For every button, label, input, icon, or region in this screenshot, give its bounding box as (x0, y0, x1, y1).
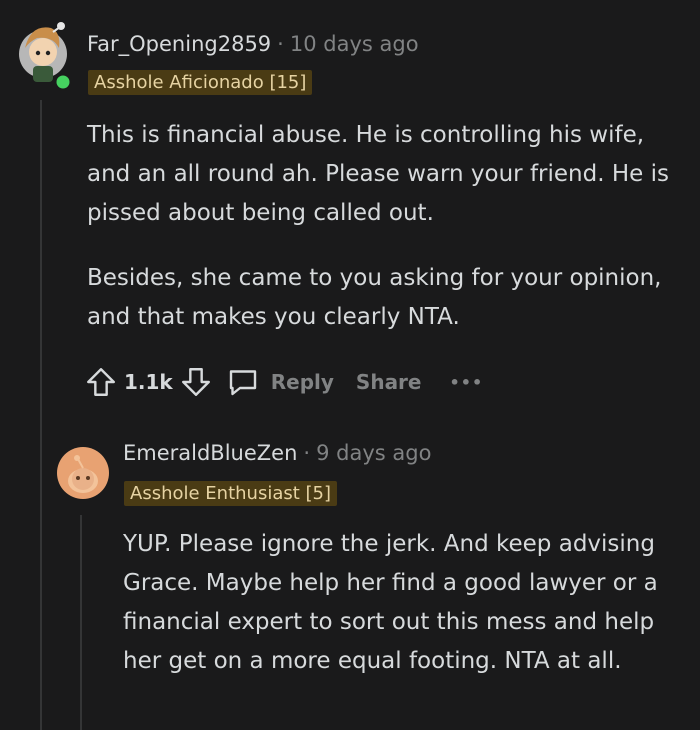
user-flair: Asshole Enthusiast [5] (124, 481, 338, 506)
snoo-avatar-icon (19, 22, 72, 91)
vote-score: 1.1k (124, 370, 173, 394)
separator-dot: · (303, 441, 311, 465)
separator-dot: · (277, 32, 284, 56)
comment-meta: Far_Opening2859 · 10 days ago (87, 32, 419, 56)
username[interactable]: EmeraldBlueZen (123, 441, 297, 465)
snoo-avatar-icon (68, 455, 98, 493)
online-indicator (56, 75, 70, 89)
comment-paragraph: YUP. Please ignore the jerk. And keep ad… (123, 531, 658, 674)
comment-paragraph: Besides, she came to you asking for your… (87, 265, 662, 330)
user-flair: Asshole Aficionado [15] (88, 70, 313, 95)
comment-actions: 1.1k Reply Share ••• (84, 362, 483, 402)
thread-line-nested[interactable] (80, 515, 82, 730)
share-button[interactable]: Share (356, 370, 422, 394)
comment-meta: EmeraldBlueZen · 9 days ago (123, 441, 431, 465)
comment-paragraph: This is financial abuse. He is controlli… (87, 122, 669, 226)
comment-body: YUP. Please ignore the jerk. And keep ad… (123, 525, 683, 681)
more-options-icon[interactable]: ••• (450, 373, 484, 392)
timestamp[interactable]: 9 days ago (316, 441, 431, 465)
comment-bubble-icon (229, 370, 256, 396)
avatar[interactable] (17, 18, 72, 91)
username[interactable]: Far_Opening2859 (87, 32, 271, 56)
thread-line[interactable] (40, 100, 42, 730)
downvote-icon[interactable] (179, 365, 213, 399)
reply-button[interactable]: Reply (225, 364, 334, 400)
comment-body: This is financial abuse. He is controlli… (87, 116, 687, 337)
share-label: Share (355, 370, 422, 394)
timestamp[interactable]: 10 days ago (290, 32, 419, 56)
upvote-icon[interactable] (84, 365, 118, 399)
reply-label: Reply (270, 370, 334, 394)
avatar[interactable] (57, 447, 109, 499)
